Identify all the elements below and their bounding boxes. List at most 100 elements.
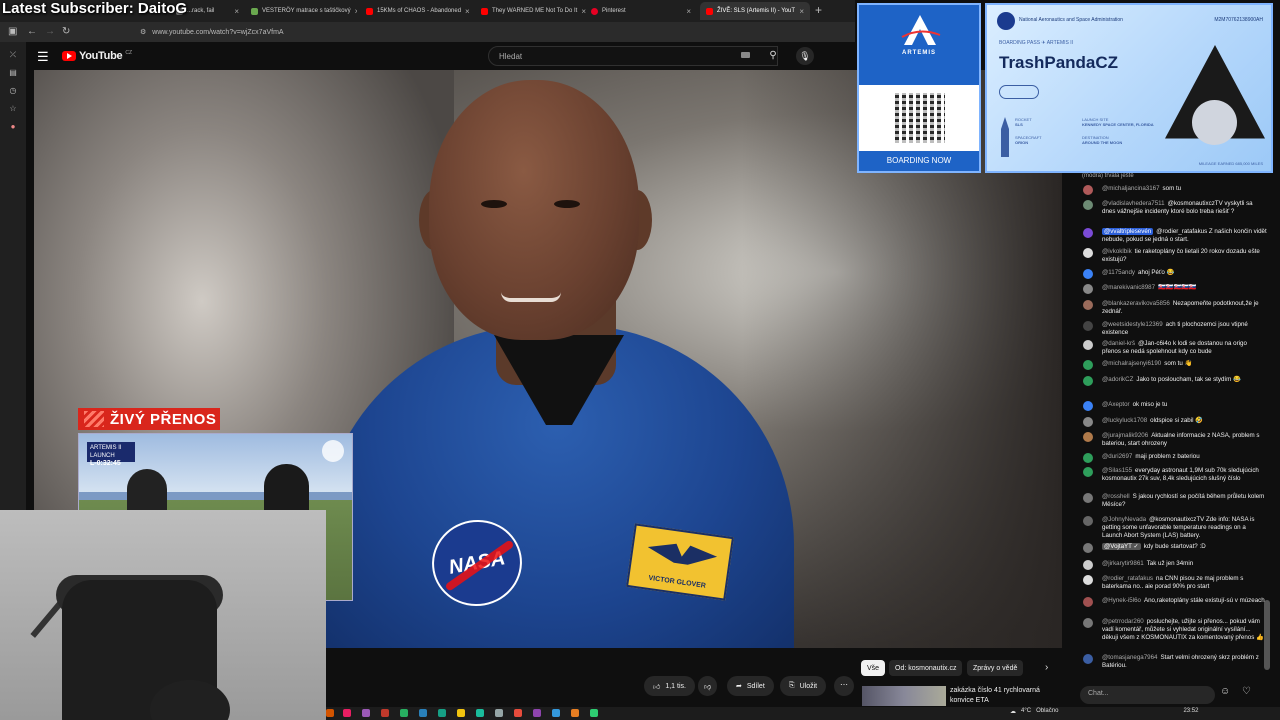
chip-all[interactable]: Vše <box>861 660 886 676</box>
chat-author[interactable]: @luckyluck1708 <box>1102 417 1147 424</box>
chat-scrollbar[interactable] <box>1264 600 1270 670</box>
microphone-icon[interactable]: 🎙 <box>796 47 814 65</box>
close-icon[interactable]: × <box>355 7 357 16</box>
site-info-icon[interactable]: ⚙ <box>140 28 146 36</box>
chat-author[interactable]: @duri2697 <box>1102 453 1132 460</box>
avatar[interactable] <box>1083 467 1093 477</box>
avatar[interactable] <box>1083 321 1093 331</box>
app-icon[interactable] <box>533 709 541 717</box>
chat-author[interactable]: @VojtaYT ✓ <box>1102 543 1141 550</box>
app-icon[interactable] <box>400 709 408 717</box>
chat-author[interactable]: @jirkarytir9861 <box>1102 560 1144 567</box>
app-icon[interactable] <box>590 709 598 717</box>
app-icon[interactable] <box>326 709 334 717</box>
chat-author[interactable]: @michalrajsenyi6190 <box>1102 360 1161 367</box>
tab-2[interactable]: VESTERÖY matrace s taštičkový × <box>245 2 357 20</box>
chat-author[interactable]: @rosshell <box>1102 493 1130 500</box>
split-icon[interactable]: ⤫ <box>8 50 18 60</box>
back-icon[interactable]: ← <box>27 26 37 37</box>
history-icon[interactable]: ◷ <box>8 86 18 96</box>
chat-author[interactable]: @petrrodar260 <box>1102 618 1144 625</box>
avatar[interactable] <box>1083 543 1093 553</box>
avatar[interactable] <box>1083 453 1093 463</box>
app-icon[interactable] <box>381 709 389 717</box>
avatar[interactable] <box>1083 618 1093 628</box>
sidebar-toggle-icon[interactable]: ▣ <box>8 26 17 37</box>
app-icon[interactable] <box>362 709 370 717</box>
app-icon[interactable] <box>571 709 579 717</box>
recommendation-thumbnail[interactable] <box>862 686 946 706</box>
avatar[interactable] <box>1083 228 1093 238</box>
search-icon[interactable]: ⚲ <box>761 46 785 66</box>
chat-author[interactable]: @Silas155 <box>1102 467 1132 474</box>
tab-3[interactable]: 15KMs of CHAOS - Abandoned × <box>360 2 472 20</box>
avatar[interactable] <box>1083 560 1093 570</box>
close-icon[interactable]: × <box>465 7 470 16</box>
app-icon[interactable] <box>514 709 522 717</box>
avatar[interactable] <box>1083 654 1093 664</box>
chat-author[interactable]: @Axeptor <box>1102 401 1130 408</box>
share-button[interactable]: ➦ Sdílet <box>727 676 774 696</box>
chat-author[interactable]: @adorikCZ <box>1102 376 1133 383</box>
reload-icon[interactable]: ↻ <box>62 26 70 37</box>
avatar[interactable] <box>1083 432 1093 442</box>
chat-author[interactable]: @vvaltriplesevén <box>1102 228 1154 235</box>
app-icon[interactable] <box>495 709 503 717</box>
tab-active-youtube[interactable]: ŽIVĚ: SLS (Artemis II) - YouT × <box>700 2 810 20</box>
avatar[interactable] <box>1083 597 1093 607</box>
recommendation-title[interactable]: zakázka číslo 41 rychlovarná konvice ETA <box>950 686 1065 706</box>
avatar[interactable] <box>1083 401 1093 411</box>
search-input[interactable]: Hledat <box>488 46 778 66</box>
hamburger-menu-icon[interactable]: ☰ <box>37 49 49 65</box>
chip-from-channel[interactable]: Od: kosmonautix.cz <box>889 660 963 676</box>
more-actions-icon[interactable]: ⋯ <box>834 676 854 696</box>
chat-author[interactable]: @michaljancina3167 <box>1102 185 1160 192</box>
avatar[interactable] <box>1083 376 1093 386</box>
emoji-icon[interactable]: ☺ <box>1220 686 1234 700</box>
chip-science-news[interactable]: Zprávy o vědě <box>967 660 1024 676</box>
chat-author[interactable]: @Hynek-i5l6o <box>1102 597 1141 604</box>
avatar[interactable] <box>1083 284 1093 294</box>
app-icon[interactable] <box>457 709 465 717</box>
app-icon[interactable] <box>552 709 560 717</box>
app-icon[interactable] <box>419 709 427 717</box>
dislike-button[interactable]: 👎︎ <box>698 676 718 696</box>
clock[interactable]: 23:52 <box>1183 708 1198 715</box>
avatar[interactable] <box>1083 248 1093 258</box>
star-icon[interactable]: ☆ <box>8 104 18 114</box>
chat-author[interactable]: @JohnyNevada <box>1102 516 1146 523</box>
avatar[interactable] <box>1083 200 1093 210</box>
avatar[interactable] <box>1083 516 1093 526</box>
avatar[interactable] <box>1083 340 1093 350</box>
close-icon[interactable]: × <box>234 7 239 16</box>
chat-author[interactable]: @jurajmalik9206 <box>1102 432 1148 439</box>
chevron-right-icon[interactable]: › <box>1045 662 1048 673</box>
avatar[interactable] <box>1083 300 1093 310</box>
tab-5[interactable]: Pinterest × <box>585 2 697 20</box>
save-button[interactable]: ⎘ Uložit <box>780 676 827 696</box>
avatar[interactable] <box>1083 417 1093 427</box>
chat-author[interactable]: @marekivanic8987 <box>1102 284 1155 291</box>
close-icon[interactable]: × <box>799 7 804 16</box>
chat-author[interactable]: @tomasjanega7964 <box>1102 654 1157 661</box>
tab-4[interactable]: They WARNED ME Not To Do It × <box>475 2 587 20</box>
heart-icon[interactable]: ♡ <box>1242 686 1256 700</box>
extension-icon[interactable]: ● <box>8 122 18 132</box>
avatar[interactable] <box>1083 493 1093 503</box>
avatar[interactable] <box>1083 185 1093 195</box>
avatar[interactable] <box>1083 575 1093 585</box>
chat-author[interactable]: @ivkoklbik <box>1102 248 1132 255</box>
new-tab-button[interactable]: + <box>815 3 822 17</box>
avatar[interactable] <box>1083 269 1093 279</box>
url-field[interactable]: ⚙ www.youtube.com/watch?v=wjZcx7aVfmA <box>140 25 840 39</box>
wallet-icon[interactable]: ▤ <box>8 68 18 78</box>
chat-author[interactable]: @blankazeravikova5856 <box>1102 300 1170 307</box>
chat-author[interactable]: @weetsidestyle12369 <box>1102 321 1163 328</box>
forward-icon[interactable]: → <box>45 26 55 37</box>
chat-author[interactable]: @vladislavhedera7511 <box>1102 200 1165 207</box>
chat-author[interactable]: @rodier_ratafakus <box>1102 575 1153 582</box>
app-icon[interactable] <box>438 709 446 717</box>
close-icon[interactable]: × <box>686 7 691 16</box>
chat-author[interactable]: @daniel-krš <box>1102 340 1135 347</box>
avatar[interactable] <box>1083 360 1093 370</box>
